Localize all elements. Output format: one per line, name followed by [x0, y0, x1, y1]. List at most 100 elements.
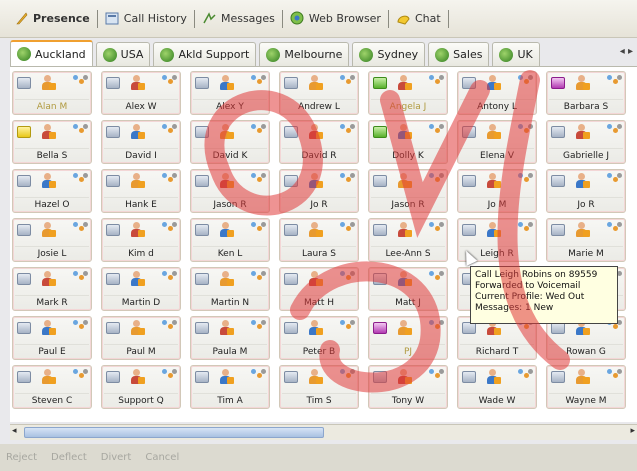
deflect-button[interactable]: Deflect [51, 452, 87, 463]
contact-card[interactable]: Alan M [12, 71, 92, 115]
contact-card[interactable]: Jo R [279, 169, 359, 213]
cancel-button[interactable]: Cancel [145, 452, 179, 463]
contact-card[interactable]: Jason R [190, 169, 270, 213]
contact-card[interactable]: Wayne M [546, 365, 626, 409]
contact-card[interactable]: Tony W [368, 365, 448, 409]
contact-card[interactable]: Jason R [368, 169, 448, 213]
contact-status-icons [284, 75, 356, 93]
contact-card[interactable]: David R [279, 120, 359, 164]
contact-card[interactable]: Martin N [190, 267, 270, 311]
toolbar-chat-button[interactable]: Chat [390, 8, 447, 30]
contact-card[interactable]: Gabrielle J [546, 120, 626, 164]
phone-status-icon [284, 224, 298, 236]
contact-card[interactable]: Angela J [368, 71, 448, 115]
contact-card[interactable]: David K [190, 120, 270, 164]
contact-card[interactable]: Alex Y [190, 71, 270, 115]
contact-card[interactable]: Tim S [279, 365, 359, 409]
contact-card[interactable]: Jo M [457, 169, 537, 213]
tab-akld-support[interactable]: Akld Support [153, 42, 257, 66]
tab-usa[interactable]: USA [95, 42, 151, 66]
contact-name: David R [282, 148, 356, 162]
globe-icon [102, 47, 117, 62]
toolbar-separator [281, 9, 283, 28]
contact-name: Bella S [15, 148, 89, 162]
phone-status-icon [284, 371, 298, 383]
person-icon [40, 369, 56, 385]
contact-card[interactable]: Bella S [12, 120, 92, 164]
toolbar-web-browser-label: Web Browser [308, 12, 381, 25]
contact-card[interactable]: Paula M [190, 316, 270, 360]
contact-name: Jo M [460, 197, 534, 211]
person-icon [129, 124, 145, 140]
contact-card[interactable]: Paul M [101, 316, 181, 360]
contact-card[interactable]: Lee-Ann S [368, 218, 448, 262]
contact-card[interactable]: Andrew L [279, 71, 359, 115]
toolbar-call-history-button[interactable]: Call History [99, 8, 193, 30]
toolbar-messages-button[interactable]: Messages [196, 8, 281, 30]
contact-card[interactable]: Steven C [12, 365, 92, 409]
phone-status-icon [106, 273, 120, 285]
contact-card[interactable]: Paul E [12, 316, 92, 360]
call-control-bar: Reject Deflect Divert Cancel [0, 444, 637, 471]
scroll-right-icon[interactable]: ▸ [630, 426, 635, 436]
contact-card[interactable]: Josie L [12, 218, 92, 262]
contact-card[interactable]: Elena V [457, 120, 537, 164]
person-icon [307, 369, 323, 385]
globe-icon [160, 47, 175, 62]
contact-card[interactable]: Tim A [190, 365, 270, 409]
contact-card[interactable]: Support Q [101, 365, 181, 409]
tab-melbourne[interactable]: Melbourne [259, 42, 350, 66]
reject-button[interactable]: Reject [6, 452, 37, 463]
contact-card[interactable]: Hazel O [12, 169, 92, 213]
phone-status-icon [373, 175, 387, 187]
tab-sales[interactable]: Sales [428, 42, 490, 66]
contact-card[interactable]: Alex W [101, 71, 181, 115]
toolbar-web-browser-button[interactable]: Web Browser [284, 8, 387, 30]
horizontal-scrollbar[interactable]: ◂ ▸ [10, 424, 637, 440]
tab-scroll-arrows[interactable]: ◂ ▸ [620, 46, 633, 57]
tab-sydney[interactable]: Sydney [352, 42, 426, 66]
contact-status-icons [284, 320, 356, 338]
contact-name: Alex Y [193, 99, 267, 113]
person-icon [396, 222, 412, 238]
contact-card[interactable]: Ken L [190, 218, 270, 262]
contact-card[interactable]: Dolly K [368, 120, 448, 164]
contact-card[interactable]: Jo R [546, 169, 626, 213]
contact-name: Andrew L [282, 99, 356, 113]
contact-card[interactable]: Hank E [101, 169, 181, 213]
phone-status-icon [551, 175, 565, 187]
scrollbar-thumb[interactable] [24, 427, 324, 438]
contact-name: Paul E [15, 344, 89, 358]
person-icon [396, 271, 412, 287]
presence-dots-icon [251, 222, 267, 236]
contact-card[interactable]: Mark R [12, 267, 92, 311]
contact-card[interactable]: Antony L [457, 71, 537, 115]
contact-card[interactable]: Laura S [279, 218, 359, 262]
contact-card[interactable]: Kim d [101, 218, 181, 262]
toolbar-presence-button[interactable]: Presence [8, 8, 96, 30]
contact-card[interactable]: Martin D [101, 267, 181, 311]
tab-auckland[interactable]: Auckland [10, 40, 93, 66]
contact-card[interactable]: Barbara S [546, 71, 626, 115]
phone-status-icon [106, 322, 120, 334]
presence-dots-icon [73, 75, 89, 89]
person-icon [574, 222, 590, 238]
tab-label: Melbourne [284, 48, 343, 61]
contact-card[interactable]: Peter B [279, 316, 359, 360]
contact-card[interactable]: Matt J [368, 267, 448, 311]
divert-button[interactable]: Divert [101, 452, 132, 463]
tab-uk[interactable]: UK [492, 42, 540, 66]
person-icon [129, 75, 145, 91]
scroll-left-icon[interactable]: ◂ [12, 426, 17, 436]
toolbar-messages-label: Messages [220, 12, 275, 25]
contact-name: Kim d [104, 246, 178, 260]
phone-status-icon [17, 273, 31, 285]
contact-card[interactable]: Marie M [546, 218, 626, 262]
contact-card[interactable]: Matt H [279, 267, 359, 311]
phone-status-icon [195, 175, 209, 187]
contact-card[interactable]: David I [101, 120, 181, 164]
contact-card[interactable]: Wade W [457, 365, 537, 409]
person-icon [218, 271, 234, 287]
contact-card[interactable]: PJ [368, 316, 448, 360]
phone-status-icon [373, 322, 387, 334]
